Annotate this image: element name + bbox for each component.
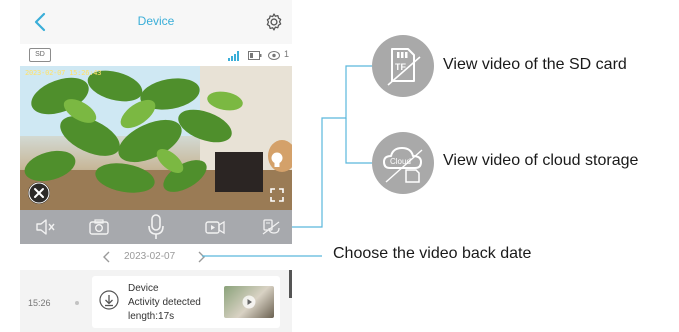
- timeline-dot: [75, 301, 79, 305]
- chevron-right-icon[interactable]: [196, 250, 206, 264]
- callout-sd-text: View video of the SD card: [443, 56, 627, 73]
- page-title: Device: [137, 14, 175, 28]
- event-list: 15:26 Device Activity detected length:17…: [20, 270, 292, 332]
- sd-card-callout-icon: TF: [372, 35, 434, 97]
- speaker-mute-icon[interactable]: [34, 217, 56, 237]
- plant-scene-image: [20, 66, 292, 210]
- event-card[interactable]: Device Activity detected length:17s: [92, 276, 280, 328]
- battery-icon: [248, 51, 262, 60]
- playback-icon[interactable]: [260, 217, 282, 237]
- callout-date-text: Choose the video back date: [333, 245, 532, 262]
- date-navigator: 2023-02-07: [20, 244, 292, 271]
- fullscreen-icon[interactable]: [268, 186, 286, 204]
- video-record-icon[interactable]: [204, 217, 226, 237]
- status-bar: SD 1: [20, 44, 292, 66]
- event-length: length:17s: [128, 311, 175, 322]
- light-bulb-icon[interactable]: [270, 152, 284, 170]
- event-time: 15:26: [28, 298, 51, 308]
- event-description: Activity detected: [128, 297, 201, 308]
- live-video[interactable]: 2023-02-07 15:26:43: [20, 66, 292, 210]
- play-icon: [242, 295, 256, 309]
- phone-screen: Device SD 1 2023-02-07 15:26:43 2023-02-…: [20, 0, 292, 332]
- audio-toggle-icon[interactable]: [28, 182, 50, 204]
- chevron-left-icon[interactable]: [102, 250, 112, 264]
- sd-badge[interactable]: SD: [29, 48, 51, 62]
- event-device: Device: [128, 283, 159, 294]
- viewer-count: 1: [283, 49, 289, 59]
- event-thumbnail[interactable]: [224, 286, 274, 318]
- top-bar: Device: [20, 0, 292, 45]
- playback-date[interactable]: 2023-02-07: [124, 251, 175, 262]
- cloud-label: Cloud: [390, 157, 411, 166]
- download-icon[interactable]: [99, 290, 119, 310]
- video-timestamp: 2023-02-07 15:26:43: [25, 69, 102, 77]
- signal-icon: [228, 51, 239, 61]
- gear-icon[interactable]: [264, 12, 284, 32]
- microphone-icon[interactable]: [145, 213, 167, 241]
- eye-icon: [268, 51, 280, 60]
- callout-cloud-text: View video of cloud storage: [443, 152, 639, 169]
- camera-icon[interactable]: [88, 217, 110, 237]
- control-toolbar: [20, 210, 292, 244]
- tf-label: TF: [395, 62, 406, 72]
- scrollbar[interactable]: [289, 270, 292, 298]
- cloud-callout-icon: Cloud: [372, 132, 434, 194]
